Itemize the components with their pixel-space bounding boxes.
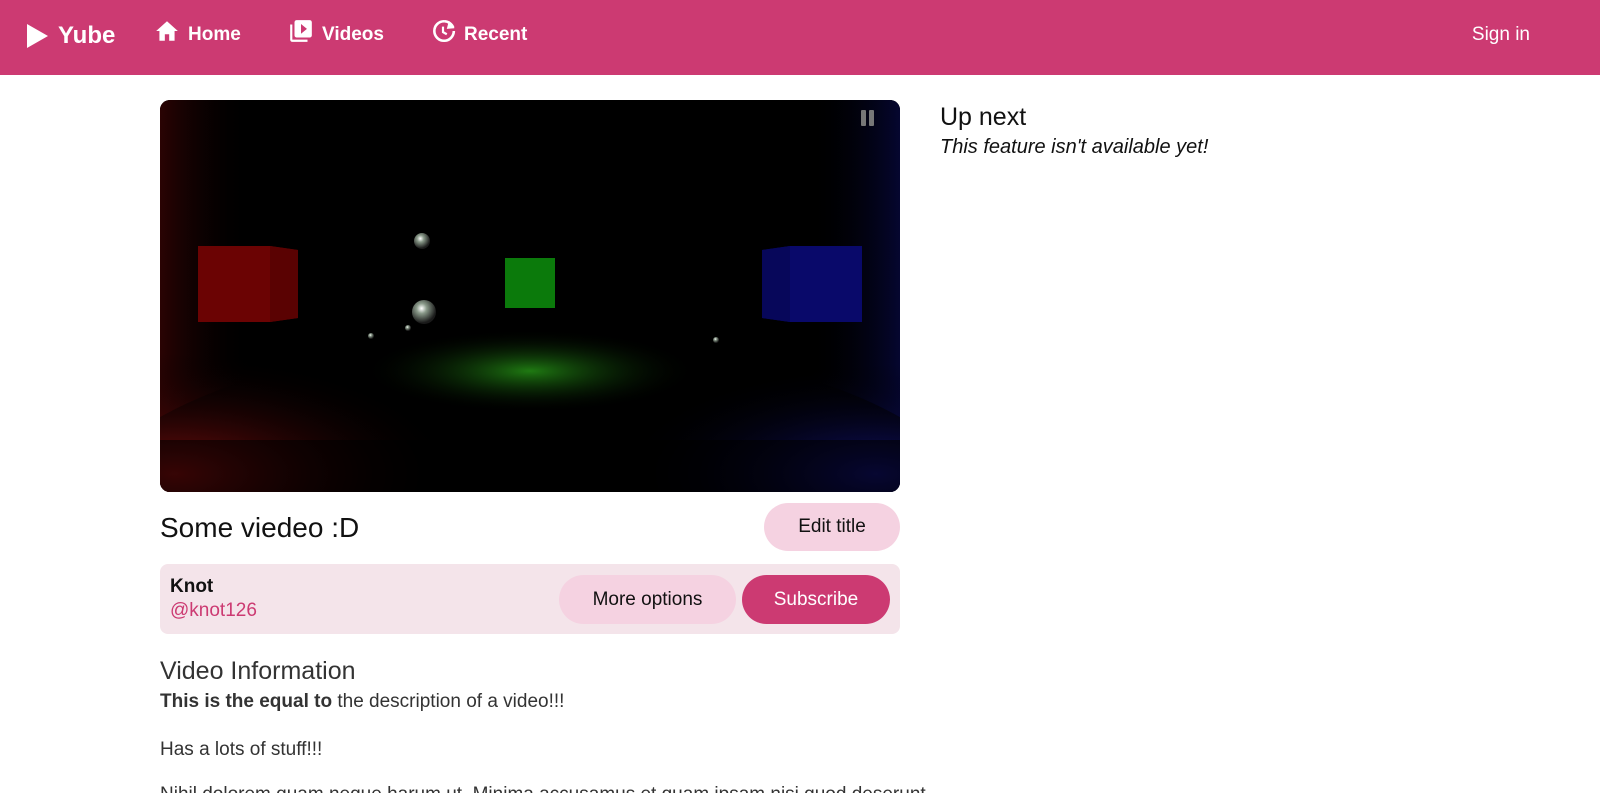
pause-icon[interactable] xyxy=(858,106,878,130)
description-line: Has a lots of stuff!!! xyxy=(160,739,323,760)
channel-panel: Knot @knot126 More options Subscribe xyxy=(160,564,900,634)
video-title: Some viedeo :D xyxy=(160,512,360,543)
home-icon xyxy=(156,21,178,41)
edit-title-button[interactable]: Edit title xyxy=(764,503,900,551)
top-bar: Yube Home Videos Recent Sign in xyxy=(0,0,1600,75)
nav-recent-label: Recent xyxy=(464,24,528,45)
up-next-message: This feature isn't available yet! xyxy=(940,136,1209,158)
description-text: the description of a video!!! xyxy=(332,691,565,712)
nav-videos[interactable]: Videos xyxy=(288,18,384,46)
description-line: Nihil dolorem quam neque harum ut. Minim… xyxy=(160,784,942,793)
nav-videos-label: Videos xyxy=(322,24,384,45)
history-icon xyxy=(433,19,456,43)
nav-home[interactable]: Home xyxy=(154,18,241,46)
brand-name: Yube xyxy=(58,22,116,49)
video-info-heading: Video Information xyxy=(160,657,356,685)
subscribe-button[interactable]: Subscribe xyxy=(742,575,890,624)
nav-home-label: Home xyxy=(188,24,241,45)
more-options-button[interactable]: More options xyxy=(559,575,736,624)
up-next-heading: Up next xyxy=(940,103,1027,131)
channel-name[interactable]: Knot xyxy=(170,576,213,598)
video-frame xyxy=(160,100,900,492)
sign-in-link[interactable]: Sign in xyxy=(1472,24,1530,46)
play-icon xyxy=(27,24,48,48)
video-library-icon xyxy=(290,20,312,42)
video-player[interactable] xyxy=(160,100,900,492)
description-line: This is the equal to the description of … xyxy=(160,691,564,713)
nav-recent[interactable]: Recent xyxy=(430,18,527,46)
description-bold: This is the equal to xyxy=(160,691,333,712)
channel-handle[interactable]: @knot126 xyxy=(170,600,257,622)
brand-logo[interactable]: Yube xyxy=(24,22,115,50)
